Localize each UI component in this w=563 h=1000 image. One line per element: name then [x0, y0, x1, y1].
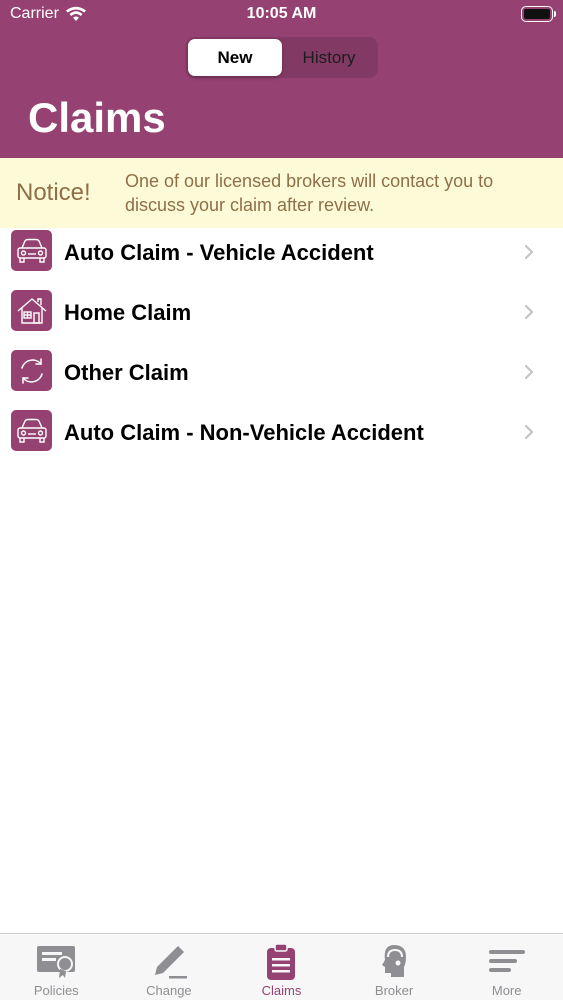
notice-text: One of our licensed brokers will contact… — [125, 171, 494, 215]
chevron-right-icon — [524, 244, 534, 260]
refresh-icon — [11, 350, 52, 391]
tab-bar: Policies Change Claims Broker More — [0, 933, 563, 1000]
segment-history[interactable]: History — [282, 39, 376, 76]
certificate-icon — [35, 942, 77, 982]
claim-item-auto-vehicle-accident[interactable]: Auto Claim - Vehicle Accident — [0, 228, 563, 288]
claim-type-list: Auto Claim - Vehicle Accident Home Claim — [0, 228, 563, 468]
pencil-icon — [148, 942, 190, 982]
claim-item-auto-non-vehicle-accident[interactable]: Auto Claim - Non-Vehicle Accident — [0, 408, 563, 468]
claim-label: Auto Claim - Non-Vehicle Accident — [64, 420, 424, 445]
car-icon — [11, 230, 52, 271]
page-title: Claims — [28, 94, 166, 141]
tab-label: More — [491, 983, 522, 998]
car-icon — [11, 410, 52, 451]
notice-label: Notice! — [16, 179, 91, 206]
claim-item-other[interactable]: Other Claim — [0, 348, 563, 408]
tab-policies[interactable]: Policies — [0, 934, 113, 1000]
clipboard-icon — [260, 942, 302, 982]
tab-label: Policies — [33, 983, 79, 998]
chevron-right-icon — [524, 304, 534, 320]
tab-label: Broker — [374, 983, 414, 998]
status-bar: Carrier 10:05 AM — [0, 0, 563, 30]
battery-icon — [521, 6, 556, 22]
tab-broker[interactable]: Broker — [338, 934, 451, 1000]
tab-change[interactable]: Change — [113, 934, 226, 1000]
tab-more[interactable]: More — [450, 934, 563, 1000]
house-icon — [11, 290, 52, 331]
chevron-right-icon — [524, 424, 534, 440]
claims-segmented-control: New History — [186, 37, 378, 78]
tab-label: Change — [146, 983, 192, 998]
segment-new[interactable]: New — [188, 39, 282, 76]
notice-banner: Notice! One of our licensed brokers will… — [0, 158, 563, 228]
claim-label: Home Claim — [64, 300, 192, 325]
menu-lines-icon — [486, 942, 528, 982]
chevron-right-icon — [524, 364, 534, 380]
headset-person-icon — [373, 942, 415, 982]
claim-label: Auto Claim - Vehicle Accident — [64, 240, 374, 265]
claim-item-home[interactable]: Home Claim — [0, 288, 563, 348]
tab-claims[interactable]: Claims — [225, 934, 338, 1000]
claim-label: Other Claim — [64, 360, 189, 385]
tab-label: Claims — [261, 983, 302, 998]
status-time: 10:05 AM — [246, 5, 317, 22]
header: Carrier 10:05 AM New History Claims — [0, 0, 563, 158]
